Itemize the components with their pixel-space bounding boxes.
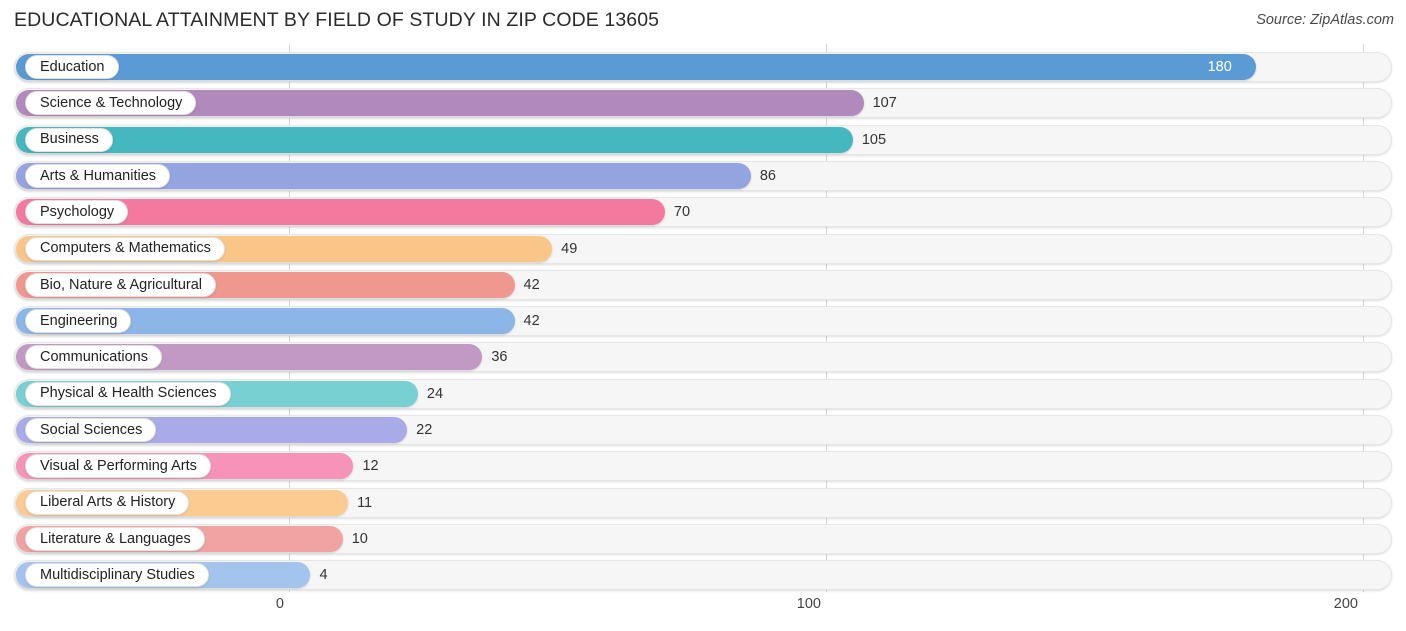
category-label-pill: Psychology (25, 200, 129, 225)
bar-value-label: 10 (351, 530, 368, 547)
bar-value-label: 107 (872, 95, 897, 112)
category-label: Arts & Humanities (40, 167, 157, 184)
bar-row[interactable]: Communications 36 (14, 342, 1392, 373)
bar-row[interactable]: Arts & Humanities 86 (14, 160, 1392, 191)
category-label-pill: Computers & Mathematics (25, 236, 225, 261)
bar-rows: Education 180 Science & Technology 107 Busin… (0, 44, 1406, 592)
category-label-pill: Social Sciences (25, 418, 157, 442)
bar-row[interactable]: Bio, Nature & Agricultural 42 (14, 269, 1392, 300)
bar-value-label: 12 (362, 458, 379, 475)
x-tick-label: 0 (275, 596, 284, 612)
bar-value-label: 42 (523, 313, 540, 330)
chart-plot-area: Education 180 Science & Technology 107 Busin… (0, 44, 1406, 592)
category-label-pill: Communications (25, 345, 162, 370)
bar-value-label: 36 (491, 349, 508, 366)
category-label-pill: Arts & Humanities (25, 163, 171, 188)
bar-value-label: 105 (861, 131, 887, 148)
category-label: Psychology (40, 203, 115, 220)
bar-row[interactable]: Engineering 42 (14, 306, 1392, 337)
category-label: Liberal Arts & History (40, 494, 176, 511)
category-label: Computers & Mathematics (40, 240, 211, 257)
bar-row[interactable]: Social Sciences 22 (14, 415, 1392, 445)
x-tick-label: 200 (1333, 596, 1358, 612)
bar[interactable] (16, 126, 853, 153)
bar-value-label: 22 (416, 422, 433, 438)
category-label: Social Sciences (40, 421, 143, 438)
category-label-pill: Education (25, 55, 119, 79)
bar-row[interactable]: Science & Technology 107 (14, 88, 1392, 119)
category-label: Multidisciplinary Studies (40, 566, 195, 583)
bar-row[interactable]: Education 180 (14, 52, 1392, 82)
bar-value-label: 11 (357, 494, 373, 511)
bar-row[interactable]: Computers & Mathematics 49 (14, 233, 1392, 264)
category-label: Engineering (40, 312, 118, 329)
x-tick-label: 100 (796, 596, 821, 612)
bar-value-label: 180 (1207, 59, 1232, 75)
category-label-pill: Liberal Arts & History (25, 490, 190, 515)
bar-row[interactable]: Multidisciplinary Studies 4 (14, 560, 1392, 591)
category-label: Science & Technology (40, 95, 183, 112)
category-label-pill: Physical & Health Sciences (25, 381, 231, 406)
category-label-pill: Multidisciplinary Studies (25, 563, 209, 588)
bar-value-label: 49 (561, 240, 578, 257)
x-axis: 0 100 200 (0, 592, 1406, 631)
category-label: Bio, Nature & Agricultural (40, 276, 202, 293)
bar-value-label: 42 (523, 276, 540, 293)
bar-row[interactable]: Visual & Performing Arts 12 (14, 451, 1392, 482)
bar-row[interactable]: Literature & Languages 10 (14, 523, 1392, 554)
category-label-pill: Visual & Performing Arts (25, 454, 211, 479)
page-title: EDUCATIONAL ATTAINMENT BY FIELD OF STUDY… (14, 9, 660, 31)
category-label-pill: Business (25, 127, 113, 152)
bar-row[interactable]: Psychology 70 (14, 197, 1392, 228)
source-attribution: Source: ZipAtlas.com (1256, 12, 1394, 28)
chart-header: EDUCATIONAL ATTAINMENT BY FIELD OF STUDY… (0, 0, 1406, 44)
category-label-pill: Bio, Nature & Agricultural (25, 272, 216, 297)
category-label: Visual & Performing Arts (40, 458, 197, 475)
category-label: Business (40, 131, 99, 148)
bar-value-label: 24 (426, 385, 444, 402)
category-label-pill: Engineering (25, 309, 132, 334)
bar-value-label: 4 (319, 567, 328, 584)
bar-row[interactable]: Physical & Health Sciences 24 (14, 378, 1392, 409)
bar-row[interactable]: Business 105 (14, 124, 1392, 155)
bar-row[interactable]: Liberal Arts & History 11 (14, 487, 1392, 518)
category-label-pill: Science & Technology (25, 91, 197, 116)
category-label: Education (40, 58, 105, 75)
category-label: Literature & Languages (40, 530, 191, 547)
bar[interactable] (16, 54, 1256, 80)
category-label: Communications (40, 349, 148, 366)
bar-value-label: 70 (673, 204, 691, 221)
category-label: Physical & Health Sciences (40, 385, 217, 402)
category-label-pill: Literature & Languages (25, 526, 205, 551)
bar-value-label: 86 (759, 167, 776, 184)
